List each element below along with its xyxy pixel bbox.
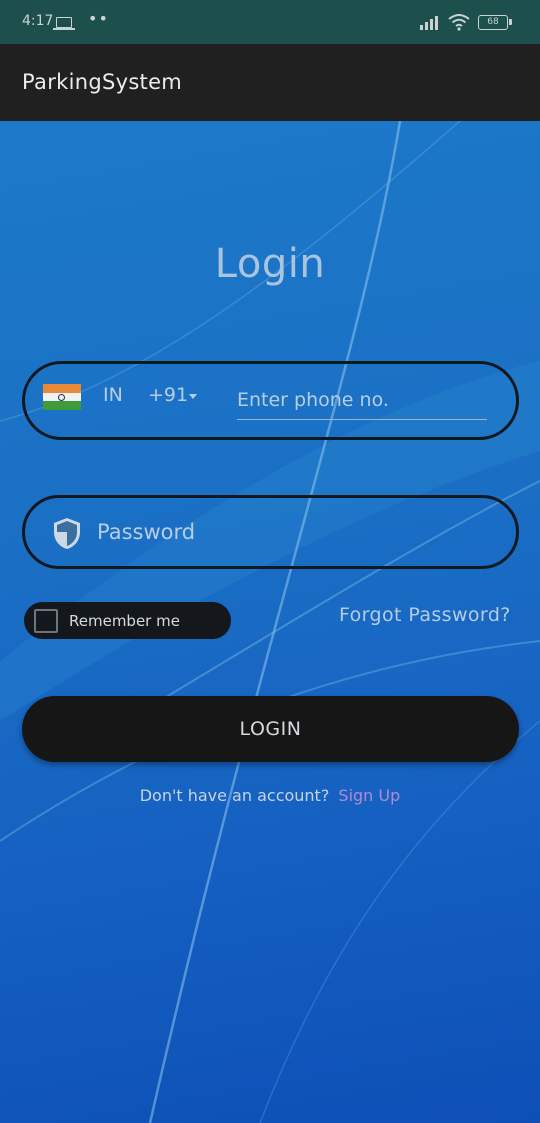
chevron-down-icon[interactable] bbox=[189, 394, 197, 399]
login-screen: Login IN +91 Remember me Forgot Password… bbox=[0, 121, 540, 1123]
password-field[interactable] bbox=[22, 495, 519, 569]
signup-row: Don't have an account? Sign Up bbox=[0, 786, 540, 805]
password-input[interactable] bbox=[97, 512, 497, 552]
signal-icon bbox=[420, 14, 440, 30]
remember-me-label[interactable]: Remember me bbox=[69, 612, 180, 630]
login-button[interactable]: LOGIN bbox=[22, 696, 519, 762]
status-bar: 4:17 •• 68 bbox=[0, 0, 540, 44]
remember-me-checkbox[interactable] bbox=[34, 609, 58, 633]
battery-icon: 68 bbox=[478, 15, 512, 30]
phone-field[interactable]: IN +91 bbox=[22, 361, 519, 440]
remember-me-toggle[interactable]: Remember me bbox=[24, 602, 231, 639]
signup-prompt: Don't have an account? bbox=[139, 786, 330, 805]
phone-input[interactable] bbox=[237, 380, 487, 420]
laptop-icon bbox=[53, 17, 75, 30]
wifi-icon bbox=[448, 14, 470, 31]
forgot-password-link[interactable]: Forgot Password? bbox=[339, 604, 511, 626]
app-bar: ParkingSystem bbox=[0, 44, 540, 121]
app-title: ParkingSystem bbox=[22, 70, 183, 94]
status-time: 4:17 bbox=[22, 13, 54, 29]
signup-link[interactable]: Sign Up bbox=[338, 786, 400, 805]
login-heading: Login bbox=[214, 241, 326, 287]
india-flag-icon[interactable] bbox=[43, 384, 81, 410]
dial-code[interactable]: +91 bbox=[148, 384, 188, 406]
shield-icon bbox=[54, 518, 80, 549]
more-notifications-icon: •• bbox=[88, 9, 109, 28]
country-code[interactable]: IN bbox=[103, 384, 123, 406]
